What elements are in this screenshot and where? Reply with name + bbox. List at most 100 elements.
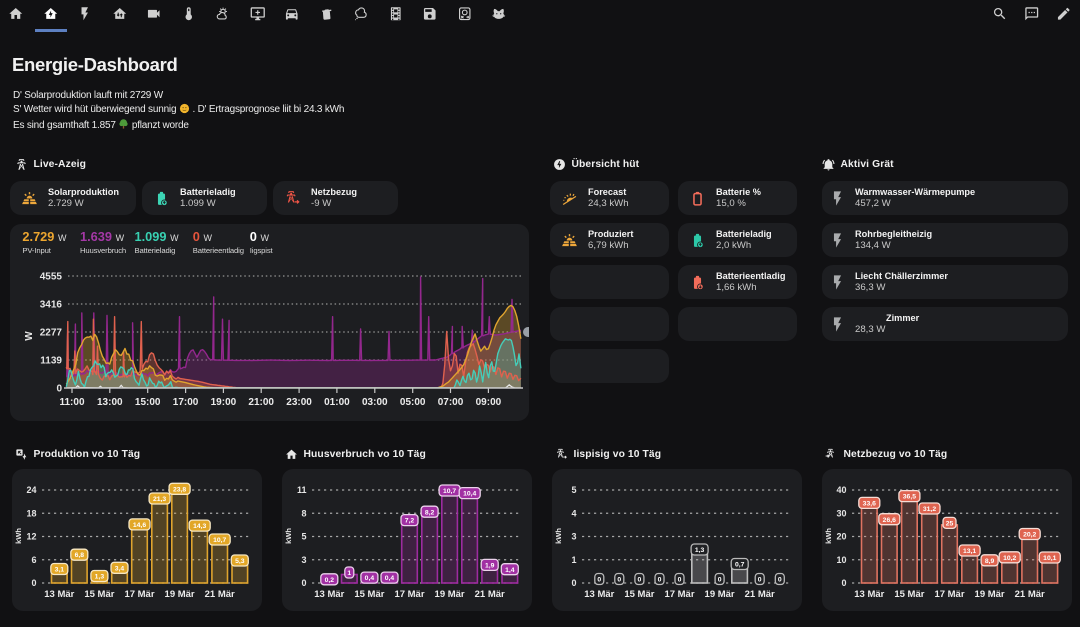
- svg-text:13 Mär: 13 Mär: [584, 589, 614, 600]
- svg-text:3,1: 3,1: [55, 567, 65, 574]
- svg-text:17 Mär: 17 Mär: [124, 589, 154, 600]
- svg-text:12: 12: [26, 532, 36, 542]
- svg-text:15 Mär: 15 Mär: [84, 589, 114, 600]
- svg-text:7,2: 7,2: [405, 518, 415, 525]
- svg-text:1: 1: [347, 570, 351, 577]
- svg-text:19 Mär: 19 Mär: [975, 589, 1005, 600]
- svg-text:3,4: 3,4: [115, 565, 125, 572]
- svg-text:0: 0: [56, 384, 62, 395]
- svg-text:0: 0: [841, 578, 846, 588]
- svg-text:2277: 2277: [40, 328, 63, 339]
- svg-text:24: 24: [26, 485, 36, 495]
- svg-text:1,9: 1,9: [485, 563, 495, 570]
- svg-text:23,8: 23,8: [173, 486, 186, 493]
- svg-text:0: 0: [678, 577, 682, 584]
- svg-text:1: 1: [571, 555, 576, 565]
- svg-text:3: 3: [301, 555, 306, 565]
- svg-text:3416: 3416: [40, 300, 63, 311]
- svg-text:kWh: kWh: [14, 528, 23, 544]
- svg-text:01:00: 01:00: [324, 397, 350, 408]
- svg-text:0,4: 0,4: [385, 575, 395, 582]
- svg-text:09:00: 09:00: [476, 397, 502, 408]
- svg-text:0,2: 0,2: [325, 577, 335, 584]
- svg-text:kWh: kWh: [554, 528, 563, 544]
- svg-text:5: 5: [301, 532, 306, 542]
- svg-text:0: 0: [658, 577, 662, 584]
- svg-text:23:00: 23:00: [286, 397, 312, 408]
- svg-text:10,4: 10,4: [463, 491, 476, 498]
- svg-text:26,6: 26,6: [883, 517, 896, 524]
- svg-text:1139: 1139: [40, 356, 62, 367]
- svg-text:1,4: 1,4: [505, 567, 515, 574]
- svg-text:10,7: 10,7: [213, 537, 226, 544]
- svg-text:5,3: 5,3: [235, 558, 245, 565]
- svg-text:8,2: 8,2: [425, 509, 435, 516]
- svg-text:8: 8: [301, 508, 306, 518]
- svg-text:14,6: 14,6: [133, 522, 146, 529]
- svg-text:0: 0: [301, 578, 306, 588]
- svg-text:0: 0: [758, 577, 762, 584]
- svg-text:0: 0: [597, 577, 601, 584]
- svg-text:21,3: 21,3: [153, 496, 166, 503]
- svg-text:03:00: 03:00: [362, 397, 388, 408]
- svg-text:kWh: kWh: [824, 528, 833, 544]
- svg-text:33,6: 33,6: [863, 501, 876, 508]
- svg-text:15:00: 15:00: [135, 397, 161, 408]
- svg-text:13 Mär: 13 Mär: [314, 589, 344, 600]
- svg-text:10,1: 10,1: [1043, 555, 1056, 562]
- svg-text:13 Mär: 13 Mär: [854, 589, 884, 600]
- svg-text:0: 0: [617, 577, 621, 584]
- svg-text:1,3: 1,3: [95, 574, 105, 581]
- svg-text:20,2: 20,2: [1023, 532, 1036, 539]
- svg-text:0: 0: [31, 578, 36, 588]
- svg-text:25: 25: [946, 521, 954, 528]
- svg-text:31,2: 31,2: [923, 506, 936, 513]
- svg-text:13,1: 13,1: [963, 548, 976, 555]
- svg-text:5: 5: [571, 485, 576, 495]
- svg-text:0: 0: [778, 577, 782, 584]
- svg-text:17 Mär: 17 Mär: [664, 589, 694, 600]
- svg-text:19 Mär: 19 Mär: [435, 589, 465, 600]
- svg-text:21 Mär: 21 Mär: [1015, 589, 1045, 600]
- svg-text:6,8: 6,8: [75, 552, 85, 559]
- svg-text:20: 20: [836, 532, 846, 542]
- svg-text:11:00: 11:00: [59, 397, 84, 408]
- svg-text:0,4: 0,4: [365, 575, 375, 582]
- svg-text:21 Mär: 21 Mär: [475, 589, 505, 600]
- svg-text:10: 10: [836, 555, 846, 565]
- svg-text:40: 40: [836, 485, 846, 495]
- svg-text:21 Mär: 21 Mär: [205, 589, 235, 600]
- svg-text:10,7: 10,7: [443, 488, 456, 495]
- svg-text:4: 4: [571, 508, 576, 518]
- svg-text:11: 11: [297, 485, 307, 495]
- svg-text:18: 18: [26, 508, 36, 518]
- svg-text:17 Mär: 17 Mär: [394, 589, 424, 600]
- svg-text:3: 3: [571, 532, 576, 542]
- svg-text:6: 6: [31, 555, 36, 565]
- svg-text:8,9: 8,9: [985, 558, 995, 565]
- svg-text:13:00: 13:00: [97, 397, 123, 408]
- svg-text:17 Mär: 17 Mär: [934, 589, 964, 600]
- svg-text:10,2: 10,2: [1003, 555, 1016, 562]
- svg-text:0: 0: [571, 578, 576, 588]
- svg-text:30: 30: [836, 508, 846, 518]
- svg-text:0,7: 0,7: [735, 562, 745, 569]
- svg-text:19 Mär: 19 Mär: [165, 589, 195, 600]
- svg-text:4555: 4555: [40, 272, 63, 283]
- svg-text:0: 0: [718, 577, 722, 584]
- svg-text:W: W: [24, 331, 35, 341]
- svg-text:36,5: 36,5: [903, 494, 916, 501]
- svg-text:17:00: 17:00: [173, 397, 199, 408]
- svg-text:15 Mär: 15 Mär: [354, 589, 384, 600]
- svg-text:21 Mär: 21 Mär: [745, 589, 775, 600]
- svg-text:15 Mär: 15 Mär: [894, 589, 924, 600]
- svg-text:0: 0: [638, 577, 642, 584]
- svg-text:15 Mär: 15 Mär: [624, 589, 654, 600]
- svg-text:21:00: 21:00: [248, 397, 274, 408]
- svg-text:05:00: 05:00: [400, 397, 426, 408]
- svg-text:19:00: 19:00: [211, 397, 237, 408]
- svg-text:07:00: 07:00: [438, 397, 464, 408]
- svg-text:19 Mär: 19 Mär: [705, 589, 735, 600]
- svg-text:14,3: 14,3: [193, 523, 206, 530]
- svg-text:1,3: 1,3: [695, 547, 705, 554]
